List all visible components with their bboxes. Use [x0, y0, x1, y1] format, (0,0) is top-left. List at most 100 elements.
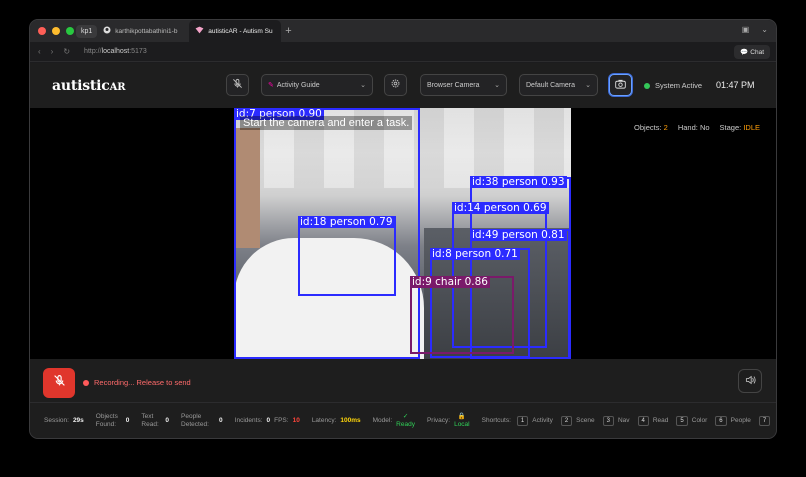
objects-found-label: Objects Found:	[95, 412, 118, 428]
system-status: System Active	[644, 81, 702, 90]
back-icon[interactable]: ‹	[38, 47, 41, 56]
chat-label: Chat	[750, 49, 764, 56]
incidents-label: Incidents:	[234, 417, 263, 424]
shortcut-activity[interactable]: 1 Activity	[516, 415, 553, 426]
objects-found-value: 0	[125, 417, 130, 424]
camera-device-select[interactable]: Default Camera ⌄	[519, 74, 598, 96]
camera-source-select[interactable]: Browser Camera ⌄	[420, 74, 507, 96]
privacy-value: 🔒 Local	[454, 413, 470, 429]
text-read-value: 0	[165, 417, 170, 424]
browser-toolbar: ‹ › ↻ http://localhost:5173 💬 Chat	[30, 42, 776, 62]
privacy-value-text: Local	[454, 420, 470, 428]
tab-title: karthikpottabathini1-b	[115, 27, 178, 35]
github-icon	[103, 26, 111, 36]
address-bar[interactable]: http://localhost:5173	[84, 48, 147, 55]
instruction-caption: Start the camera and enter a task.	[240, 116, 413, 130]
shortcut-key: 3	[602, 415, 614, 426]
shortcut-7[interactable]: 7	[758, 415, 774, 426]
shortcut-label: Nav	[617, 417, 630, 424]
chevron-down-icon: ⌄	[585, 82, 591, 89]
objects-found-stat: Objects Found: 0	[96, 413, 130, 429]
shortcut-key: 6	[715, 415, 727, 426]
new-tab-button[interactable]: +	[285, 25, 291, 37]
sidebar-toggle-icon[interactable]: ▣	[742, 25, 750, 34]
model-value: ✓ Ready	[396, 412, 415, 428]
shortcut-key: 1	[516, 415, 529, 426]
activity-guide-select[interactable]: ✎ Activity Guide ⌄	[261, 74, 373, 96]
shortcut-nav[interactable]: 3 Nav	[602, 415, 630, 426]
chat-button[interactable]: 💬 Chat	[734, 45, 770, 59]
fps-value: 10	[292, 417, 300, 424]
shortcut-people[interactable]: 6 People	[715, 415, 751, 426]
people-detected-stat: People Detected: 0	[181, 413, 223, 429]
stage-stat-label: Stage:	[719, 123, 742, 132]
shortcut-label: People	[730, 417, 751, 424]
shortcut-key: 4	[637, 415, 649, 426]
camera-toggle-button[interactable]	[609, 74, 632, 96]
shortcut-key: 5	[676, 415, 688, 426]
hand-stat-value: No	[699, 123, 710, 132]
speaker-icon	[745, 372, 756, 390]
text-read-stat: Text Read: 0	[141, 413, 169, 429]
settings-button[interactable]	[384, 74, 407, 96]
mic-off-icon	[232, 76, 243, 94]
camera-icon	[615, 76, 626, 94]
reload-icon[interactable]: ↻	[63, 47, 70, 56]
model-stat: Model: ✓ Ready	[373, 413, 415, 429]
incidents-stat: Incidents: 0	[235, 417, 270, 424]
shortcut-label: Color	[691, 417, 708, 424]
objects-stat: Objects: 2	[634, 123, 668, 132]
tab-github[interactable]: karthikpottabathini1-b	[97, 20, 189, 42]
model-value-text: Ready	[396, 420, 415, 428]
detection-box	[298, 216, 396, 296]
url-port: :5173	[129, 48, 147, 55]
close-window-button[interactable]	[38, 27, 46, 35]
detection-label: id:49 person 0.81	[470, 229, 567, 241]
profile-badge[interactable]: kp1	[76, 24, 98, 38]
recording-text: Recording... Release to send	[94, 378, 191, 387]
forward-icon[interactable]: ›	[51, 47, 54, 56]
clock: 01:47 PM	[716, 80, 755, 90]
stage-stat: Stage: IDLE	[720, 123, 760, 132]
record-button[interactable]	[43, 368, 75, 398]
chevron-down-icon[interactable]: ⌄	[761, 25, 768, 34]
shortcut-read[interactable]: 4 Read	[637, 415, 668, 426]
mic-off-icon	[53, 374, 66, 392]
url-host: localhost	[101, 48, 130, 55]
shortcut-label: Scene	[576, 417, 595, 424]
camera-source-label: Browser Camera	[427, 81, 480, 89]
session-stat: Session: 29s	[44, 417, 84, 424]
tab-bar: kp1 karthikpottabathini1-b autisticAR - …	[30, 20, 776, 42]
stage-stats: Objects: 2 Hand: No Stage: IDLE	[634, 123, 760, 132]
incidents-value: 0	[266, 417, 271, 424]
maximize-window-button[interactable]	[66, 27, 74, 35]
recording-bar: Recording... Release to send	[30, 359, 776, 403]
fps-stat: FPS: 10	[274, 417, 300, 424]
camera-feed: id:7 person 0.90 id:38 person 0.93 id:14…	[234, 108, 571, 359]
shortcuts-label: Shortcuts:	[481, 417, 511, 424]
detection-label: id:8 person 0.71	[430, 248, 520, 260]
tab-autisticar[interactable]: autisticAR - Autism Su	[189, 20, 282, 42]
activity-label: Activity Guide	[276, 81, 320, 89]
app-header: autisticAR ✎ Activity Guide ⌄ Browser Ca…	[30, 63, 776, 108]
logo-main: autistic	[52, 77, 110, 94]
hand-stat: Hand: No	[678, 123, 710, 132]
chevron-down-icon: ⌄	[360, 82, 366, 89]
mute-mic-button[interactable]	[226, 74, 249, 96]
shortcut-scene[interactable]: 2 Scene	[560, 415, 595, 426]
latency-value: 100ms	[340, 417, 361, 424]
session-value: 29s	[72, 417, 84, 424]
recording-status: Recording... Release to send	[83, 378, 191, 387]
shortcut-color[interactable]: 5 Color	[676, 415, 708, 426]
app-root: autisticAR ✎ Activity Guide ⌄ Browser Ca…	[30, 63, 776, 438]
status-footer: Session: 29s Objects Found: 0 Text Read: 0 …	[30, 404, 776, 437]
detection-label: id:9 chair 0.86	[410, 276, 490, 288]
model-label: Model:	[372, 417, 393, 424]
stage-stat-value: IDLE	[743, 123, 760, 132]
speaker-button[interactable]	[738, 369, 762, 393]
minimize-window-button[interactable]	[52, 27, 60, 35]
chevron-down-icon: ⌄	[494, 82, 500, 89]
camera-device-label: Default Camera	[526, 81, 576, 89]
camera-stage: id:7 person 0.90 id:38 person 0.93 id:14…	[30, 108, 776, 359]
browser-window: kp1 karthikpottabathini1-b autisticAR - …	[29, 19, 777, 439]
